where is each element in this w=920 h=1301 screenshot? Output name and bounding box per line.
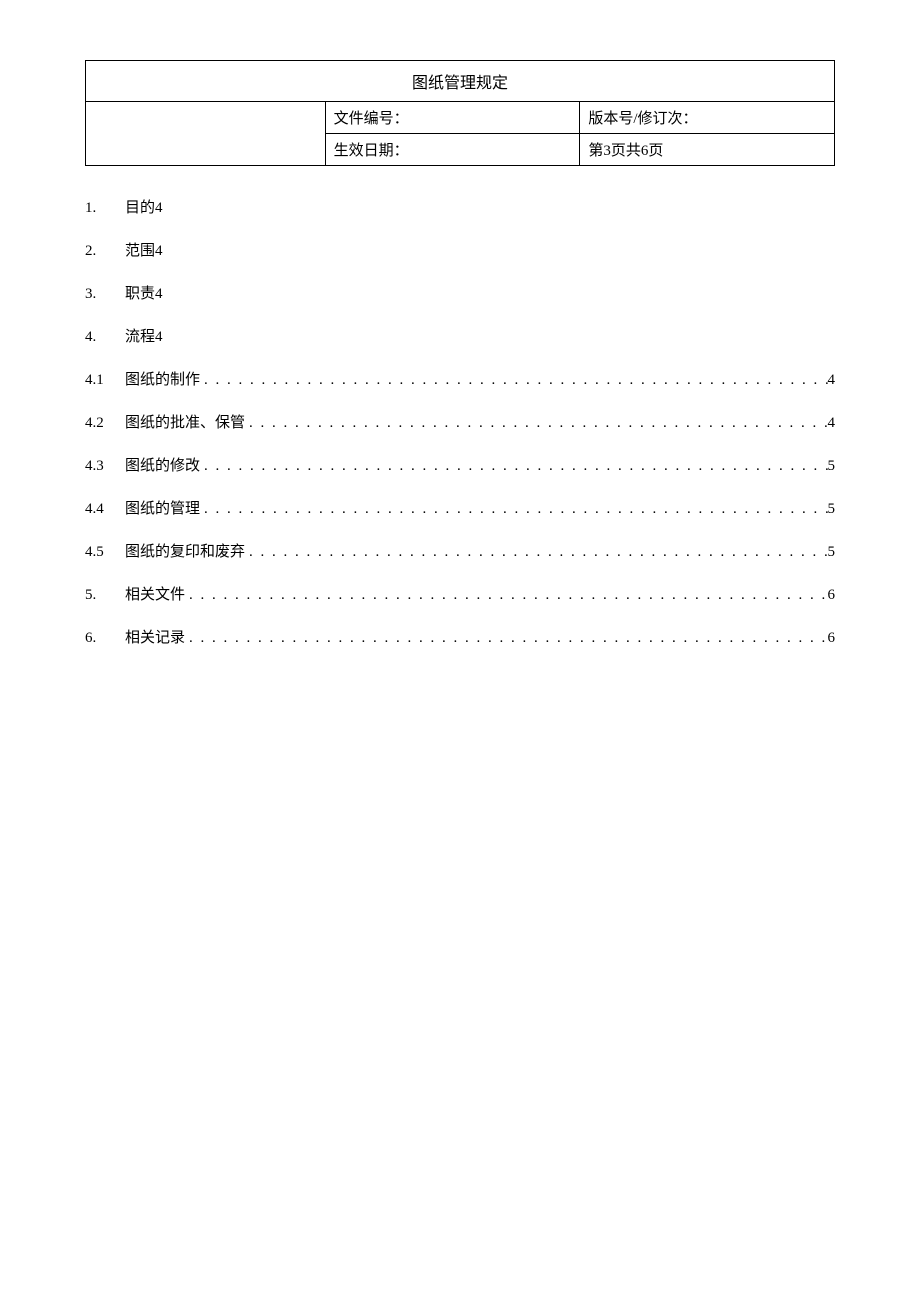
toc-entry: 4.1 图纸的制作 . . . . . . . . . . . . . . . …: [85, 368, 835, 389]
toc-number: 6.: [85, 630, 125, 647]
toc-page: 4: [828, 415, 836, 432]
toc-leader: . . . . . . . . . . . . . . . . . . . . …: [185, 587, 827, 604]
toc-entry: 4.3 图纸的修改 . . . . . . . . . . . . . . . …: [85, 454, 835, 475]
toc-leader: . . . . . . . . . . . . . . . . . . . . …: [185, 630, 827, 647]
toc-number: 4.3: [85, 458, 125, 475]
toc-page: 4: [828, 372, 836, 389]
toc-page: 5: [828, 458, 836, 475]
document-header-table: 图纸管理规定 文件编号： 版本号/修订次： 生效日期： 第3页共6页: [85, 60, 835, 166]
toc-number: 2.: [85, 243, 125, 260]
toc-number: 4.4: [85, 501, 125, 518]
toc-entry: 4.2 图纸的批准、保管 . . . . . . . . . . . . . .…: [85, 411, 835, 432]
toc-leader: . . . . . . . . . . . . . . . . . . . . …: [245, 544, 827, 561]
toc-page: 6: [828, 587, 836, 604]
toc-leader: . . . . . . . . . . . . . . . . . . . . …: [200, 372, 827, 389]
toc-number: 4.5: [85, 544, 125, 561]
toc-text: 图纸的批准、保管: [125, 411, 245, 432]
header-blank-cell: [86, 102, 326, 166]
toc-text: 范围4: [125, 239, 163, 260]
toc-entry: 4.4 图纸的管理 . . . . . . . . . . . . . . . …: [85, 497, 835, 518]
toc-number: 4.: [85, 329, 125, 346]
toc-leader: . . . . . . . . . . . . . . . . . . . . …: [200, 458, 827, 475]
table-of-contents: 1. 目的4 2. 范围4 3. 职责4 4. 流程4 4.1 图纸的制作 . …: [85, 196, 835, 647]
toc-page: 5: [828, 544, 836, 561]
toc-text: 相关记录: [125, 626, 185, 647]
toc-leader: . . . . . . . . . . . . . . . . . . . . …: [245, 415, 827, 432]
toc-entry: 4.5 图纸的复印和废弃 . . . . . . . . . . . . . .…: [85, 540, 835, 561]
document-title: 图纸管理规定: [86, 61, 835, 102]
toc-text: 职责4: [125, 282, 163, 303]
toc-leader: . . . . . . . . . . . . . . . . . . . . …: [200, 501, 827, 518]
toc-text: 图纸的制作: [125, 368, 200, 389]
page-info: 第3页共6页: [580, 134, 835, 166]
toc-number: 4.2: [85, 415, 125, 432]
toc-entry: 6. 相关记录 . . . . . . . . . . . . . . . . …: [85, 626, 835, 647]
effective-date-label: 生效日期：: [325, 134, 580, 166]
toc-entry: 3. 职责4: [85, 282, 835, 303]
toc-text: 图纸的修改: [125, 454, 200, 475]
toc-entry: 5. 相关文件 . . . . . . . . . . . . . . . . …: [85, 583, 835, 604]
toc-page: 5: [828, 501, 836, 518]
toc-number: 1.: [85, 200, 125, 217]
toc-entry: 1. 目的4: [85, 196, 835, 217]
toc-text: 相关文件: [125, 583, 185, 604]
toc-text: 图纸的管理: [125, 497, 200, 518]
toc-entry: 2. 范围4: [85, 239, 835, 260]
doc-number-label: 文件编号：: [325, 102, 580, 134]
toc-page: 6: [828, 630, 836, 647]
toc-entry: 4. 流程4: [85, 325, 835, 346]
toc-text: 流程4: [125, 325, 163, 346]
toc-text: 图纸的复印和废弃: [125, 540, 245, 561]
toc-number: 3.: [85, 286, 125, 303]
version-label: 版本号/修订次：: [580, 102, 835, 134]
toc-text: 目的4: [125, 196, 163, 217]
toc-number: 5.: [85, 587, 125, 604]
toc-number: 4.1: [85, 372, 125, 389]
